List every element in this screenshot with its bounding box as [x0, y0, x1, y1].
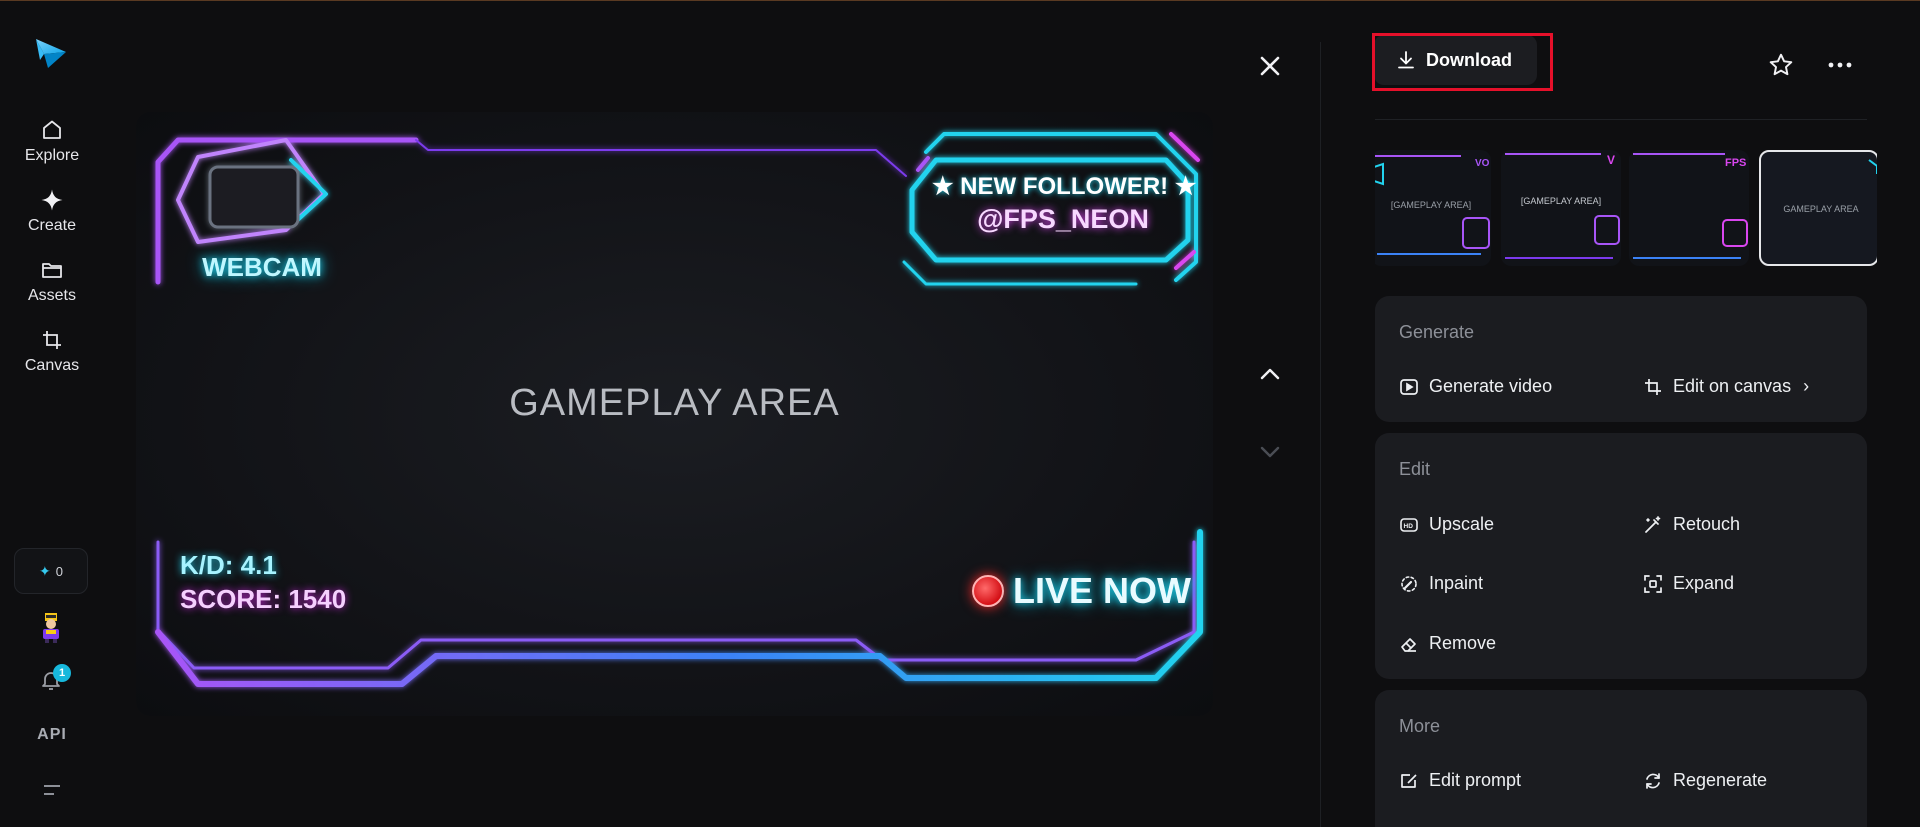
sidebar-item-explore[interactable]: Explore [0, 118, 104, 165]
thumbnail-3[interactable]: FPS [1629, 150, 1749, 266]
chevron-up-icon[interactable] [1258, 362, 1282, 386]
expand-button[interactable]: Expand [1643, 573, 1734, 594]
thumbnail-strip: VO [GAMEPLAY AREA] V [GAMEPLAY AREA] FPS… [1375, 150, 1877, 268]
more-section: More Edit prompt Regenerate [1375, 690, 1867, 827]
upscale-button[interactable]: HD Upscale [1399, 514, 1494, 535]
sidebar-item-create[interactable]: Create [0, 188, 104, 235]
sidebar-item-label: Canvas [24, 357, 80, 374]
avatar[interactable] [37, 611, 65, 643]
thumbnail-label: GAMEPLAY AREA [1783, 204, 1859, 214]
thumbnail-4-selected[interactable]: GAMEPLAY AREA [1759, 150, 1877, 266]
svg-text:VO: VO [1475, 158, 1490, 169]
new-follower-handle: @FPS_NEON [977, 204, 1149, 234]
play-icon [1400, 378, 1418, 395]
header-divider [1375, 119, 1867, 120]
svg-text:HD: HD [1404, 523, 1414, 530]
sparkle-icon: ✦ [39, 562, 51, 579]
home-icon [43, 120, 61, 139]
sparkle-icon [41, 189, 63, 211]
score-stat: SCORE: 1540 [180, 584, 347, 614]
inpaint-icon [1401, 575, 1417, 592]
gameplay-area-label: GAMEPLAY AREA [509, 382, 840, 424]
new-follower-title: ★ NEW FOLLOWER! ★ [932, 173, 1197, 200]
sidebar-item-label: Explore [24, 147, 80, 164]
kd-stat: K/D: 4.1 [180, 550, 277, 580]
action-label: Expand [1673, 573, 1735, 593]
edit-on-canvas-button[interactable]: Edit on canvas › [1643, 376, 1809, 397]
live-now-label: LIVE NOW [1013, 570, 1191, 611]
chevron-right-icon: › [1803, 376, 1810, 396]
close-icon[interactable] [1256, 52, 1284, 80]
credits-button[interactable]: ✦ 0 [14, 548, 88, 594]
sidebar-item-label: Assets [27, 287, 76, 304]
sidebar-item-canvas[interactable]: Canvas [0, 328, 104, 375]
thumbnail-label: [GAMEPLAY AREA] [1390, 200, 1472, 210]
action-label: Inpaint [1429, 573, 1484, 593]
crop-icon [1645, 378, 1661, 395]
panel-divider [1320, 42, 1321, 827]
thumbnail-1[interactable]: VO [GAMEPLAY AREA] [1375, 150, 1491, 266]
action-label: Remove [1429, 633, 1497, 653]
retouch-button[interactable]: Retouch [1643, 514, 1740, 535]
credits-count: 0 [55, 563, 63, 579]
svg-text:FPS: FPS [1725, 157, 1746, 169]
thumbnail-frame-graphic: FPS [1633, 153, 1748, 259]
thumbnail-frame-graphic: V [1505, 153, 1620, 259]
sidebar-item-assets[interactable]: Assets [0, 258, 104, 305]
download-button[interactable]: Download [1374, 35, 1537, 85]
eraser-icon [1401, 637, 1416, 652]
notification-badge: 1 [53, 664, 71, 682]
generate-video-button[interactable]: Generate video [1399, 376, 1552, 397]
webcam-label: WEBCAM [202, 252, 322, 282]
regenerate-button[interactable]: Regenerate [1643, 770, 1767, 791]
svg-text:V: V [1607, 153, 1615, 167]
magic-wand-icon [1645, 515, 1661, 533]
inpaint-button[interactable]: Inpaint [1399, 573, 1483, 594]
remove-button[interactable]: Remove [1399, 633, 1496, 654]
refresh-icon [1646, 772, 1660, 789]
left-rail: Explore Create Assets Canvas ✦ 0 1 API [0, 0, 104, 827]
chevron-down-icon[interactable] [1258, 440, 1282, 464]
download-label: Download [1426, 49, 1512, 70]
image-preview: GAMEPLAY AREA WEBCAM ★ NEW FOLLOWER! ★ @… [136, 112, 1213, 716]
section-title: Edit [1399, 459, 1431, 479]
section-title: More [1399, 716, 1441, 736]
sidebar-item-label: Create [27, 217, 77, 234]
app-logo-icon[interactable] [34, 36, 68, 70]
action-label: Generate video [1429, 376, 1553, 396]
generate-section: Generate Generate video Edit on canvas › [1375, 296, 1867, 422]
top-border [0, 0, 1920, 1]
section-title: Generate [1399, 322, 1475, 342]
hd-icon: HD [1400, 517, 1418, 532]
action-label: Edit on canvas [1673, 376, 1792, 396]
api-link[interactable]: API [0, 726, 104, 744]
action-label: Edit prompt [1429, 770, 1522, 790]
live-indicator-icon [972, 575, 1004, 607]
expand-icon [1644, 574, 1662, 593]
edit-prompt-button[interactable]: Edit prompt [1399, 770, 1521, 791]
folder-icon [42, 263, 62, 278]
action-label: Regenerate [1673, 770, 1768, 790]
action-label: Retouch [1673, 514, 1741, 534]
star-icon[interactable] [1768, 52, 1794, 78]
edit-prompt-icon [1401, 773, 1417, 788]
crop-icon [43, 331, 61, 349]
menu-icon[interactable] [42, 783, 62, 797]
thumbnail-label: [GAMEPLAY AREA] [1520, 196, 1602, 206]
edit-section: Edit HD Upscale Retouch Inpaint Expand R… [1375, 433, 1867, 679]
more-options-icon[interactable] [1827, 54, 1853, 76]
thumbnail-2[interactable]: V [GAMEPLAY AREA] [1501, 150, 1621, 266]
action-label: Upscale [1429, 514, 1495, 534]
download-icon [1398, 51, 1414, 69]
